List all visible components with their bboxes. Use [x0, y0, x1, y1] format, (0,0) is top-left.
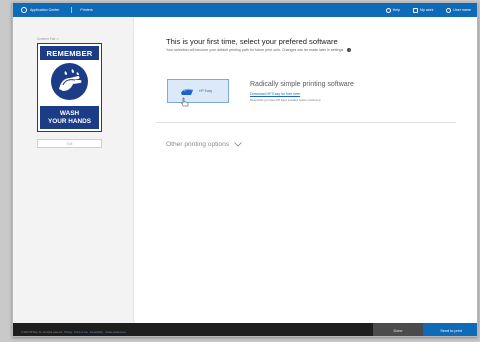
edit-button[interactable]: Edit	[37, 139, 102, 148]
bottom-action-bar: © 2021 HP Dev. Co. All rights reserved ·…	[13, 323, 477, 336]
page-subtitle: Your selection will become your default …	[166, 48, 352, 52]
promo-title: Radically simple printing software	[250, 81, 354, 88]
footer-text: © 2021 HP Dev. Co. All rights reserved ·	[21, 331, 65, 334]
chevron-down-icon	[234, 142, 242, 147]
poster-footer-line2: YOUR HANDS	[48, 117, 91, 125]
main-content: This is your first time, select your pre…	[134, 17, 477, 323]
document-name: Summer Fair ↺	[37, 37, 59, 41]
help-icon	[385, 7, 391, 13]
hp-logo-icon	[21, 7, 27, 13]
download-link[interactable]: Download HP Easy for free here	[250, 92, 354, 96]
promo-note: Meanwhile you have HP Easy installed bef…	[250, 98, 321, 102]
section-divider	[156, 122, 456, 123]
send-to-print-button[interactable]: Send to print	[423, 323, 477, 336]
other-options-toggle[interactable]: Other printing options	[166, 141, 242, 148]
user-icon	[446, 7, 452, 13]
app-title: Application Center	[30, 8, 60, 12]
user-name: User name	[453, 8, 471, 12]
footer-links[interactable]: Privacy · Terms of use · Accessibility ·…	[64, 331, 125, 334]
help-label: Help	[392, 8, 401, 12]
app-window: Application Center Printers Help My work…	[12, 2, 478, 337]
document-preview[interactable]: REMEMBER WASH YOUR HANDS	[37, 43, 102, 132]
top-nav-bar: Application Center Printers Help My work…	[13, 3, 477, 17]
info-icon[interactable]: i	[347, 48, 352, 52]
user-menu[interactable]: User name	[446, 7, 471, 13]
promo-block: Radically simple printing software Downl…	[250, 81, 354, 102]
my-work-label: My work	[420, 8, 434, 12]
poster-heading: REMEMBER	[40, 46, 99, 60]
footer-status: © 2021 HP Dev. Co. All rights reserved ·…	[21, 331, 126, 334]
nav-divider	[71, 7, 73, 13]
done-button[interactable]: Done	[373, 323, 423, 336]
poster-footer-line1: WASH	[59, 109, 80, 117]
software-option-hp-easy[interactable]: HP Easy	[167, 79, 229, 103]
subtitle-text: Your selection will become your default …	[166, 48, 344, 52]
my-work-link[interactable]: My work	[413, 7, 434, 13]
nav-printers[interactable]: Printers	[80, 8, 92, 12]
topbar-actions: Help My work User name	[373, 7, 477, 13]
hand-cursor-icon	[181, 97, 189, 107]
app-home-link[interactable]: Application Center	[13, 3, 59, 17]
page-title: This is your first time, select your pre…	[166, 37, 338, 46]
printer-app-icon	[181, 88, 193, 95]
help-link[interactable]: Help	[385, 7, 401, 13]
preview-sidebar: Summer Fair ↺ REMEMBER WASH YOUR HANDS E…	[13, 17, 134, 323]
handwash-icon	[51, 63, 88, 100]
poster-footer: WASH YOUR HANDS	[40, 106, 99, 129]
option-label: HP Easy	[199, 89, 213, 93]
other-options-label: Other printing options	[166, 141, 230, 148]
folder-icon	[413, 7, 419, 13]
